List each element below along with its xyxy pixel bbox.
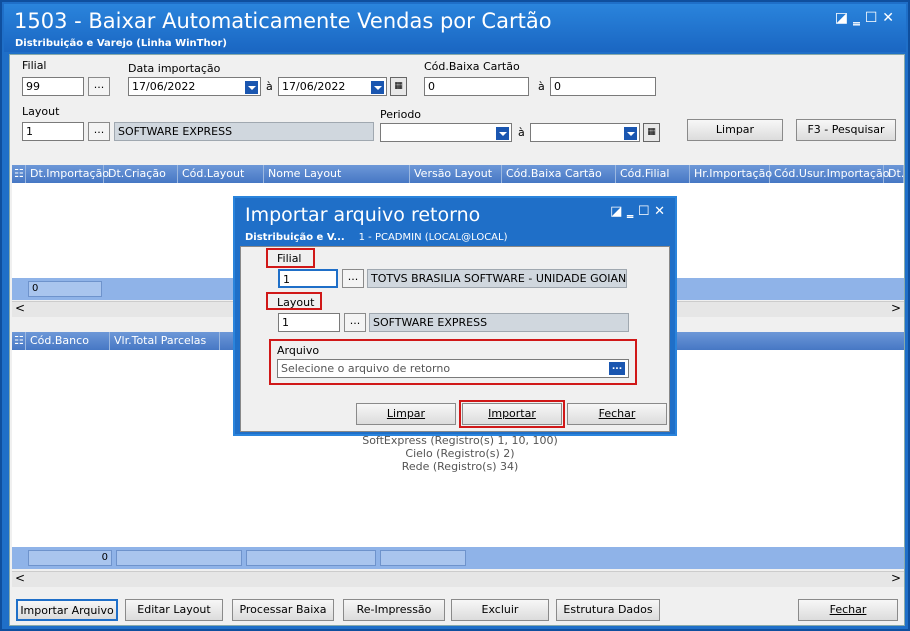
scroll-left-icon[interactable]: < [15, 571, 25, 585]
title-bar: 1503 - Baixar Automaticamente Vendas por… [4, 4, 906, 52]
scroll-right-icon[interactable]: > [891, 571, 901, 585]
window-subtitle: Distribuição e Varejo (Linha WinThor) [15, 38, 227, 49]
dialog-filial-name: TOTVS BRASILIA SOFTWARE - UNIDADE GOIANI [367, 269, 627, 288]
highlight-box [266, 248, 315, 268]
calendar-icon[interactable]: ▦ [643, 123, 660, 142]
estrutura-dados-button[interactable]: Estrutura Dados [556, 599, 660, 621]
reimpressao-button[interactable]: Re-Impressão [343, 599, 445, 621]
chevron-down-icon[interactable] [245, 81, 258, 94]
grid2-scrollbar[interactable]: < > [12, 571, 904, 587]
dialog-layout-name: SOFTWARE EXPRESS [369, 313, 629, 332]
dialog-panel: Filial 1 ... TOTVS BRASILIA SOFTWARE - U… [240, 246, 670, 432]
grid2-total-bar: 0 [12, 547, 904, 569]
grid1-header: ☷ Dt.Importação Dt.Criação Cód.Layout No… [12, 165, 904, 183]
arquivo-input[interactable]: Selecione o arquivo de retorno [277, 359, 629, 378]
grid2-total-cell [380, 550, 466, 566]
window-title: 1503 - Baixar Automaticamente Vendas por… [14, 9, 552, 33]
grid2-total-cell [246, 550, 376, 566]
dialog-layout-input[interactable]: 1 [278, 313, 340, 332]
cod-baixa-label: Cód.Baixa Cartão [424, 60, 520, 73]
col-header[interactable]: Cód.Baixa Cartão [502, 165, 616, 183]
dialog-arquivo-label: Arquivo [277, 344, 320, 357]
info-line: Cielo (Registro(s) 2) [405, 447, 515, 460]
layout-label: Layout [22, 105, 60, 118]
periodo-label: Periodo [380, 108, 422, 121]
data-importacao-label: Data importação [128, 62, 221, 75]
dialog-layout-lookup-button[interactable]: ... [344, 313, 366, 332]
grid1-total: 0 [28, 281, 102, 297]
limpar-button[interactable]: Limpar [687, 119, 783, 141]
highlight-box [266, 292, 322, 310]
dialog-limpar-button[interactable]: Limpar [356, 403, 456, 425]
col-header[interactable]: Dt.Importação [26, 165, 109, 183]
importar-arquivo-button[interactable]: Importar Arquivo [16, 599, 118, 621]
dialog-subtitle: Distribuição e V... 1 - PCADMIN (LOCAL@L… [245, 232, 508, 243]
grid2-total: 0 [28, 550, 112, 566]
layout-lookup-button[interactable]: ... [88, 122, 110, 141]
fechar-button[interactable]: Fechar [798, 599, 898, 621]
filial-input[interactable]: 99 [22, 77, 84, 96]
col-header[interactable]: Versão Layout [410, 165, 502, 183]
excluir-button[interactable]: Excluir [451, 599, 549, 621]
layout-input[interactable]: 1 [22, 122, 84, 141]
dialog-fechar-button[interactable]: Fechar [567, 403, 667, 425]
calendar-icon[interactable]: ▦ [390, 77, 407, 96]
filial-lookup-button[interactable]: ... [88, 77, 110, 96]
a-separator: à [266, 80, 273, 93]
cod-baixa-ate-input[interactable]: 0 [550, 77, 656, 96]
cod-baixa-de-input[interactable]: 0 [424, 77, 529, 96]
col-header[interactable]: Cód.Layout [178, 165, 264, 183]
processar-baixa-button[interactable]: Processar Baixa [232, 599, 334, 621]
col-header[interactable]: Cód.Filial [616, 165, 690, 183]
pesquisar-button[interactable]: F3 - Pesquisar [796, 119, 896, 141]
col-header[interactable]: Dt.Criação [104, 165, 178, 183]
scroll-left-icon[interactable]: < [15, 301, 25, 315]
col-header[interactable]: Hr.Importação [690, 165, 772, 183]
col-header[interactable]: Cód.Usur.Importação [770, 165, 889, 183]
periodo-de-select[interactable] [380, 123, 512, 142]
periodo-ate-select[interactable] [530, 123, 640, 142]
grid-menu-icon[interactable]: ☷ [12, 165, 26, 183]
grid-menu-icon[interactable]: ☷ [12, 332, 26, 350]
col-header[interactable]: Vlr.Total Parcelas [110, 332, 220, 350]
dialog-title: Importar arquivo retorno [245, 204, 481, 226]
layout-name-field: SOFTWARE EXPRESS [114, 122, 374, 141]
col-header[interactable]: Cód.Banco [26, 332, 110, 350]
dialog-filial-lookup-button[interactable]: ... [342, 269, 364, 288]
a-separator: à [538, 80, 545, 93]
editar-layout-button[interactable]: Editar Layout [125, 599, 223, 621]
data-ate-input[interactable]: 17/06/2022 [278, 77, 387, 96]
scroll-right-icon[interactable]: > [891, 301, 901, 315]
browse-icon[interactable]: ... [609, 362, 625, 375]
a-separator: à [518, 126, 525, 139]
dialog-controls[interactable]: ◪ ‗ ☐ ✕ [610, 204, 665, 219]
col-header[interactable]: Nome Layout [264, 165, 410, 183]
col-header[interactable]: Dt. [884, 165, 904, 183]
grid2-total-cell [116, 550, 242, 566]
data-de-input[interactable]: 17/06/2022 [128, 77, 261, 96]
info-line: Rede (Registro(s) 34) [401, 460, 519, 473]
filial-label: Filial [22, 59, 47, 72]
chevron-down-icon[interactable] [496, 127, 509, 140]
import-dialog: Importar arquivo retorno Distribuição e … [233, 196, 677, 436]
chevron-down-icon[interactable] [624, 127, 637, 140]
window-controls[interactable]: ◪ ‗ ☐ ✕ [835, 10, 894, 26]
chevron-down-icon[interactable] [371, 81, 384, 94]
dialog-filial-input[interactable]: 1 [278, 269, 338, 288]
highlight-box [459, 400, 565, 428]
